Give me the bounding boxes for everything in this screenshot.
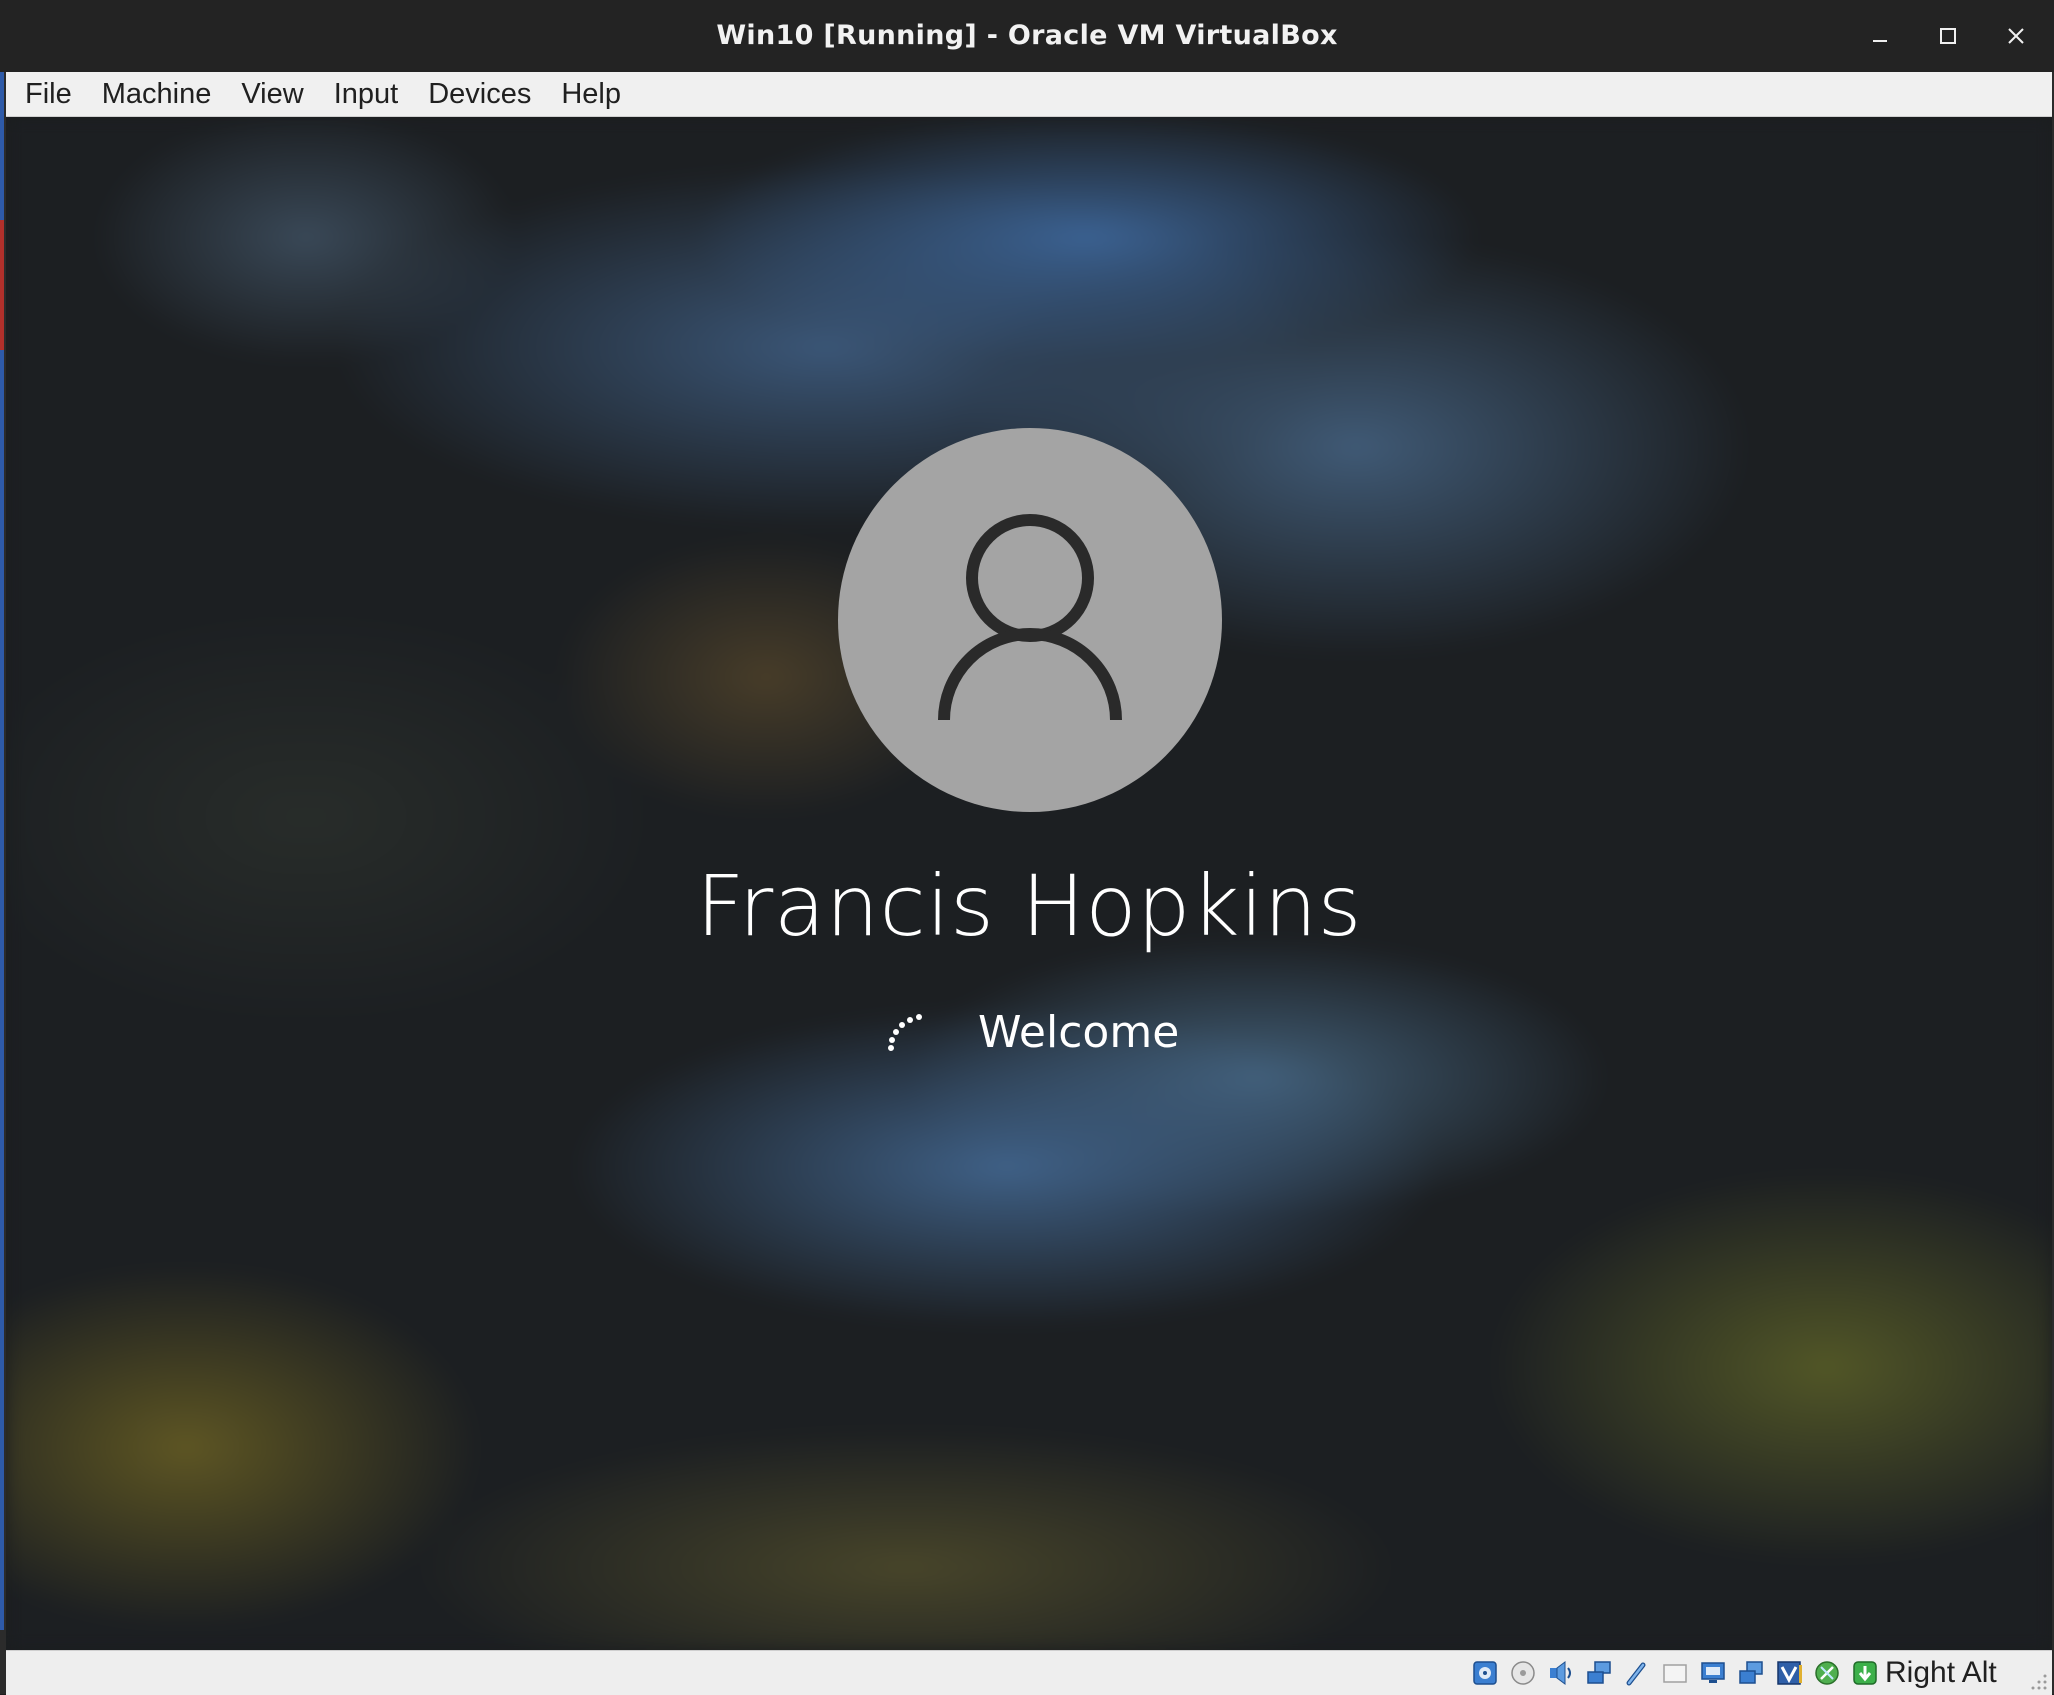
optical-drive-icon[interactable] <box>1507 1657 1539 1689</box>
display-icon[interactable] <box>1697 1657 1729 1689</box>
menu-view[interactable]: View <box>226 72 318 116</box>
keyboard-capture-icon[interactable] <box>1849 1657 1881 1689</box>
menu-file[interactable]: File <box>6 72 87 116</box>
maximize-button[interactable] <box>1926 14 1970 58</box>
welcome-text: Welcome <box>978 1006 1180 1058</box>
mouse-integration-icon[interactable] <box>1811 1657 1843 1689</box>
device-status-icons <box>1469 1657 1881 1689</box>
host-desktop-edge <box>0 70 4 1630</box>
maximize-icon <box>1940 28 1956 44</box>
window-title: Win10 [Running] - Oracle VM VirtualBox <box>716 20 1338 51</box>
audio-icon[interactable] <box>1545 1657 1577 1689</box>
virtualization-icon[interactable] <box>1773 1657 1805 1689</box>
network-icon[interactable] <box>1583 1657 1615 1689</box>
virtualbox-window: Win10 [Running] - Oracle VM VirtualBox F… <box>0 0 2054 1695</box>
vm-display[interactable]: Francis Hopkins Welcome <box>6 117 2052 1650</box>
loading-spinner-icon <box>888 1014 922 1051</box>
close-icon <box>2008 28 2024 44</box>
close-button[interactable] <box>1994 14 2038 58</box>
minimize-button[interactable] <box>1858 14 1902 58</box>
menu-devices[interactable]: Devices <box>413 72 546 116</box>
status-bar: Right Alt <box>6 1650 2052 1695</box>
user-name: Francis Hopkins <box>696 857 1362 955</box>
resize-grip-icon[interactable] <box>2028 1671 2048 1691</box>
video-capture-icon[interactable] <box>1735 1657 1767 1689</box>
hard-disk-icon[interactable] <box>1469 1657 1501 1689</box>
user-avatar <box>838 428 1222 812</box>
menu-help[interactable]: Help <box>546 72 636 116</box>
minimize-icon <box>1873 40 1887 42</box>
title-bar[interactable]: Win10 [Running] - Oracle VM VirtualBox <box>0 0 2054 72</box>
user-icon <box>938 514 1122 721</box>
host-key-label[interactable]: Right Alt <box>1885 1651 1997 1695</box>
menu-bar: File Machine View Input Devices Help <box>6 72 2052 117</box>
menu-input[interactable]: Input <box>319 72 414 116</box>
menu-machine[interactable]: Machine <box>87 72 227 116</box>
sign-in-status: Welcome <box>886 997 1179 1067</box>
usb-icon[interactable] <box>1621 1657 1653 1689</box>
shared-folders-icon[interactable] <box>1659 1657 1691 1689</box>
